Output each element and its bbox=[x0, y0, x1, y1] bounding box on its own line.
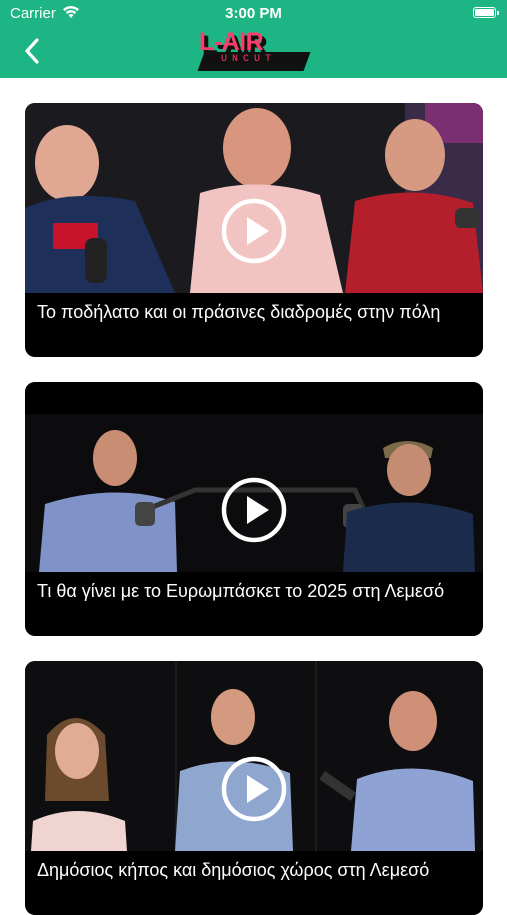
video-card[interactable]: Δημόσιος κήπος και δημόσιος χώρος στη Λε… bbox=[25, 661, 483, 915]
app-logo: L-AIR UNCUT bbox=[197, 26, 311, 76]
clock: 3:00 PM bbox=[225, 5, 282, 22]
video-title: Το ποδήλατο και οι πράσινες διαδρομές στ… bbox=[37, 302, 441, 322]
play-icon[interactable] bbox=[221, 756, 287, 822]
navigation-header: Carrier 3:00 PM L-AIR UNCUT bbox=[0, 0, 507, 78]
logo-subtext: UNCUT bbox=[221, 54, 277, 65]
video-title: Δημόσιος κήπος και δημόσιος χώρος στη Λε… bbox=[37, 860, 430, 880]
video-title: Τι θα γίνει με το Ευρωμπάσκετ το 2025 στ… bbox=[37, 581, 445, 601]
video-card[interactable]: Το ποδήλατο και οι πράσινες διαδρομές στ… bbox=[25, 103, 483, 357]
video-card[interactable]: Τι θα γίνει με το Ευρωμπάσκετ το 2025 στ… bbox=[25, 382, 483, 636]
logo-text: L-AIR bbox=[199, 28, 264, 56]
play-icon[interactable] bbox=[221, 477, 287, 543]
back-chevron-icon[interactable] bbox=[18, 36, 48, 66]
battery-icon bbox=[473, 7, 499, 18]
play-icon[interactable] bbox=[221, 198, 287, 264]
status-bar: Carrier 3:00 PM bbox=[0, 0, 507, 28]
